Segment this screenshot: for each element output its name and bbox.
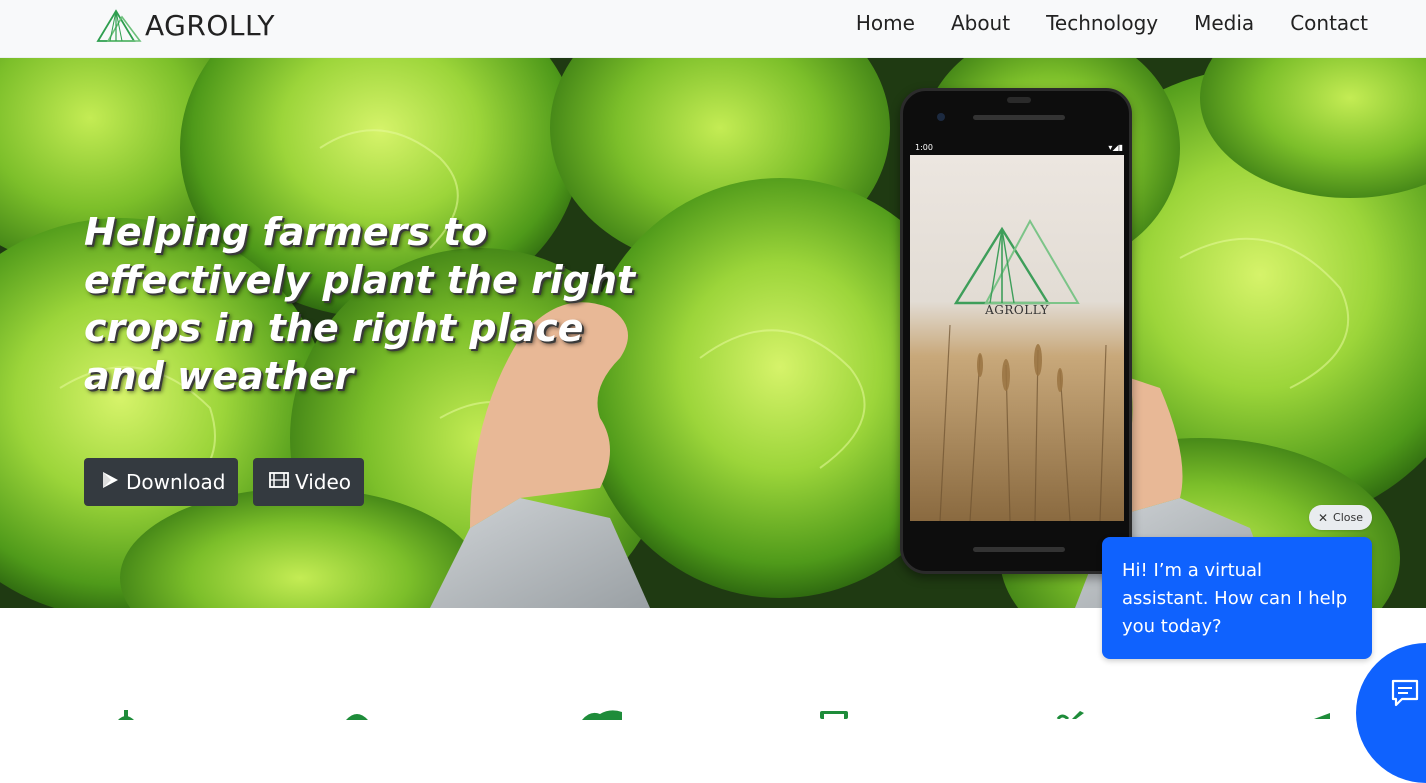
close-icon: ✕: [1317, 510, 1329, 525]
play-store-icon: [100, 470, 120, 495]
chat-close-label: Close: [1333, 511, 1364, 524]
video-button[interactable]: Video: [253, 458, 364, 506]
chat-greeting-text: Hi! I’m a virtual assistant. How can I h…: [1122, 560, 1348, 637]
app-splash-screen: AGROLLY: [910, 155, 1124, 521]
dollar-icon: [118, 710, 134, 720]
status-time: 1:00: [915, 143, 933, 152]
navbar: AGROLLY Home About Technology Media Cont…: [0, 0, 1426, 58]
arrow-icon: [1314, 713, 1330, 719]
battery-icon: ▾◢▮: [1108, 143, 1123, 152]
phone-icon: [820, 711, 848, 719]
main-nav: Home About Technology Media Contact: [820, 10, 1368, 36]
nav-about[interactable]: About: [951, 10, 1010, 36]
nav-technology[interactable]: Technology: [1046, 10, 1158, 36]
nav-media[interactable]: Media: [1194, 10, 1254, 36]
video-label: Video: [295, 470, 352, 494]
download-button[interactable]: Download: [84, 458, 238, 506]
hero-section: Helping farmers to effectively plant the…: [0, 58, 1426, 608]
brand-link[interactable]: AGROLLY: [96, 7, 275, 43]
camera-icon: [937, 113, 945, 121]
hero-headline: Helping farmers to effectively plant the…: [84, 210, 636, 398]
chat-bubble-icon: [1391, 679, 1419, 707]
brand-name: AGROLLY: [145, 8, 275, 42]
wheat-field-image: [910, 155, 1124, 521]
download-label: Download: [126, 470, 226, 494]
triangle-mountain-logo-icon: [96, 9, 142, 42]
phone-mockup: 1:00 ▾◢▮ AGROLLY: [900, 88, 1132, 574]
status-bar: 1:00 ▾◢▮: [915, 143, 1123, 152]
app-name: AGROLLY: [985, 303, 1049, 317]
phone-notch: [1007, 97, 1031, 103]
phone-speaker: [973, 115, 1065, 120]
nav-home[interactable]: Home: [856, 10, 915, 36]
chat-close-button[interactable]: ✕ Close: [1309, 505, 1372, 530]
film-icon: [269, 470, 289, 494]
wifi-icon: [1056, 711, 1084, 719]
agrolly-app-logo-icon: [953, 218, 1080, 305]
chat-greeting-bubble[interactable]: Hi! I’m a virtual assistant. How can I h…: [1102, 537, 1372, 659]
phone-bottom-bar: [973, 547, 1065, 552]
nav-contact[interactable]: Contact: [1290, 10, 1368, 36]
